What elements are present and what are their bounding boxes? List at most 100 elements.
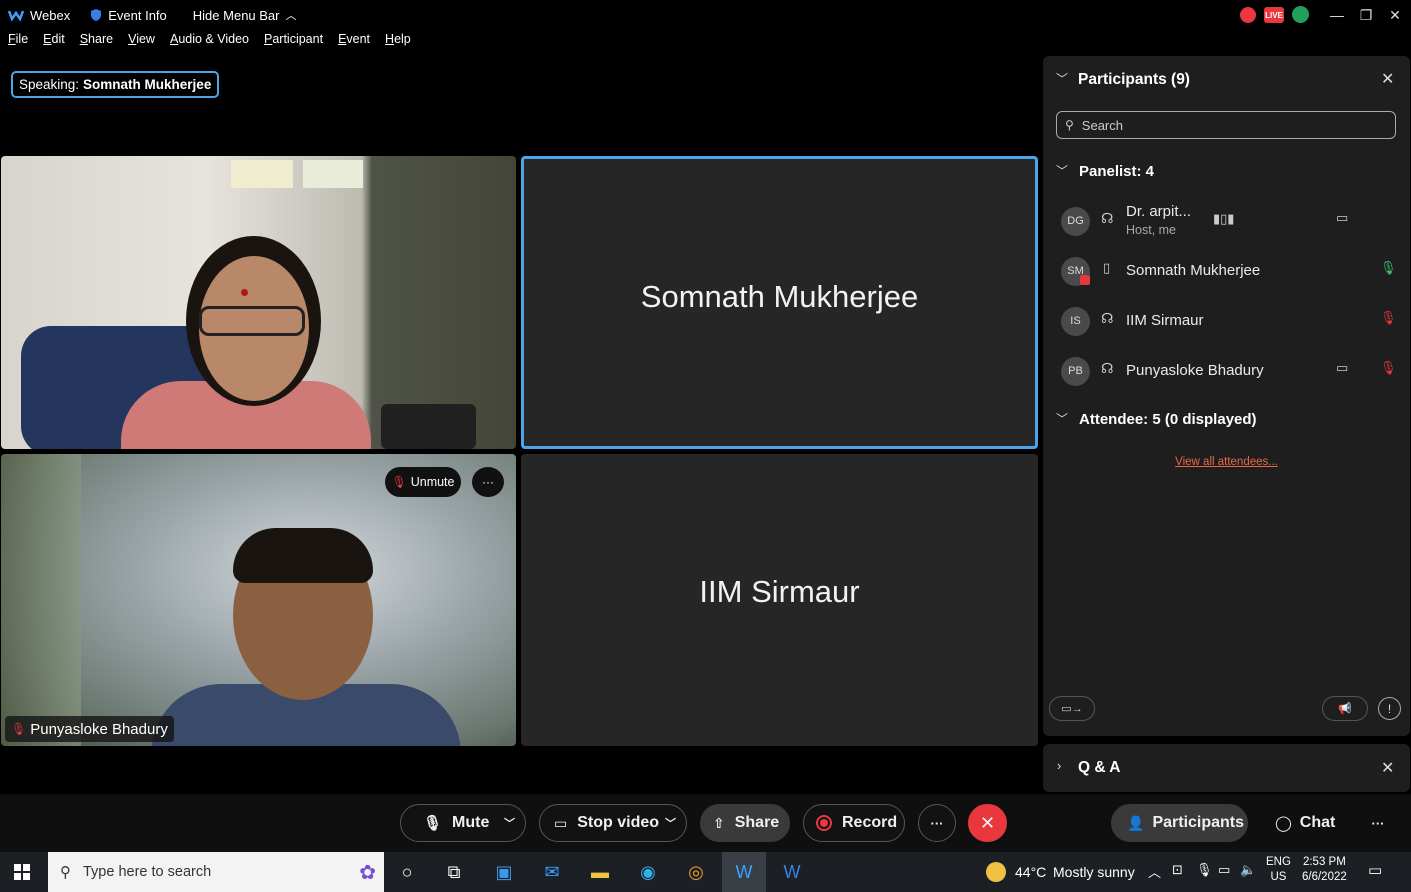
- chrome-browser-icon[interactable]: ◎: [674, 852, 718, 892]
- recording-badge-icon: [1080, 275, 1090, 285]
- tile-more-options-button[interactable]: ···: [472, 467, 504, 497]
- close-panel-icon[interactable]: ✕: [1381, 69, 1394, 89]
- chevron-down-icon[interactable]: ﹀: [1056, 70, 1068, 87]
- chevron-down-icon[interactable]: ﹀: [665, 815, 676, 831]
- view-all-attendees-link[interactable]: View all attendees...: [1043, 456, 1410, 468]
- close-qa-icon[interactable]: ✕: [1381, 758, 1394, 778]
- speaking-name: Somnath Mukherjee: [83, 77, 212, 92]
- microphone-icon[interactable]: 🎙: [1196, 862, 1213, 878]
- chevron-up-icon: ︿: [285, 10, 297, 22]
- wall-poster-image: [303, 160, 363, 188]
- tile-name-punyasloke: Punyasloke Bhadury: [30, 720, 168, 738]
- notifications-icon[interactable]: ▭: [1368, 861, 1382, 879]
- maximize-icon[interactable]: ❐: [1351, 0, 1381, 30]
- participant-name: Somnath Mukherjee: [1126, 262, 1261, 279]
- headset-icon: ☊: [1101, 210, 1114, 226]
- windows-taskbar: ⚲ Type here to search ✿ ○ ⧉ ▣ ✉ ▬ ◉ ◎ W …: [0, 852, 1411, 892]
- chevron-down-icon[interactable]: ﹀: [504, 815, 515, 831]
- app-name: Webex: [30, 7, 71, 23]
- announce-button[interactable]: 📢: [1322, 696, 1368, 721]
- hide-menu-label: Hide Menu Bar: [192, 7, 280, 23]
- cortana-icon[interactable]: ○: [385, 852, 429, 892]
- overflow-menu-button[interactable]: ···: [1360, 804, 1396, 842]
- video-tile-iim[interactable]: IIM Sirmaur: [521, 454, 1038, 746]
- participant-search-input[interactable]: ⚲ Search: [1056, 111, 1396, 139]
- menu-view[interactable]: View: [128, 32, 155, 54]
- video-camera-icon: ▭: [554, 814, 568, 831]
- more-options-button[interactable]: ···: [918, 804, 956, 842]
- region-code: US: [1270, 871, 1287, 883]
- weather-temp[interactable]: 44°C: [1015, 864, 1046, 880]
- menu-audio-video[interactable]: Audio & Video: [170, 32, 249, 54]
- share-label: Share: [734, 814, 780, 831]
- participant-name: Punyasloke Bhadury: [1126, 362, 1264, 379]
- menu-help[interactable]: Help: [385, 32, 411, 54]
- wall-poster-image: [231, 160, 293, 188]
- video-tile-punyasloke[interactable]: 🎙 Unmute ··· 🎙 Punyasloke Bhadury: [1, 454, 516, 746]
- participant-row[interactable]: PB ☊ Punyasloke Bhadury ▭ 🎙: [1043, 349, 1410, 393]
- record-button[interactable]: Record: [803, 804, 905, 842]
- mute-button[interactable]: 🎙 Mute ﹀: [400, 804, 526, 842]
- close-icon: ✕: [979, 812, 996, 833]
- mic-muted-icon: 🎙: [11, 722, 27, 736]
- shield-info-icon: [91, 9, 102, 21]
- minimize-icon[interactable]: —: [1322, 0, 1352, 30]
- webex-app-title: Webex: [8, 8, 70, 23]
- taskbar-search-input[interactable]: ⚲ Type here to search ✿: [48, 852, 384, 892]
- menu-event[interactable]: Event: [338, 32, 370, 54]
- clock[interactable]: 2:53 PM 6/6/2022: [1302, 856, 1347, 883]
- stop-video-button[interactable]: ▭ Stop video ﹀: [539, 804, 687, 842]
- chat-button[interactable]: ◯ Chat: [1262, 804, 1346, 842]
- edge-browser-icon[interactable]: ◉: [626, 852, 670, 892]
- avatar: PB: [1061, 356, 1090, 386]
- stats-icon[interactable]: [1292, 6, 1309, 23]
- windows-start-icon[interactable]: [0, 852, 44, 892]
- avatar: IS: [1061, 306, 1090, 336]
- live-badge: LIVE: [1264, 7, 1284, 23]
- volume-icon[interactable]: 🔈: [1240, 862, 1256, 878]
- chevron-right-icon[interactable]: ›: [1057, 758, 1061, 773]
- webex-logo-icon: [8, 10, 24, 21]
- participant-row[interactable]: DG ☊ Dr. arpit... Host, me ▮▯▮ ▭: [1043, 199, 1410, 243]
- hide-menu-bar-button[interactable]: Hide Menu Bar ︿: [193, 7, 297, 23]
- participant-row[interactable]: IS ☊ IIM Sirmaur 🎙: [1043, 299, 1410, 343]
- participant-row[interactable]: SM ▯ Somnath Mukherjee 🎙: [1043, 249, 1410, 293]
- video-tile-panelist[interactable]: [1, 156, 516, 449]
- weather-sunny-icon[interactable]: [986, 862, 1006, 882]
- avatar: DG: [1061, 206, 1090, 236]
- close-window-icon[interactable]: ✕: [1380, 0, 1410, 30]
- event-info-button[interactable]: Event Info: [90, 8, 167, 23]
- participants-icon: 👤: [1127, 814, 1145, 831]
- mail-icon[interactable]: ✉: [530, 852, 574, 892]
- menu-edit[interactable]: Edit: [43, 32, 65, 54]
- microsoft-store-icon[interactable]: ▣: [482, 852, 526, 892]
- headset-icon: ☊: [1101, 310, 1114, 326]
- share-button[interactable]: ⇧ Share: [700, 804, 790, 842]
- mic-active-icon: 🎙: [1380, 260, 1397, 275]
- task-view-icon[interactable]: ⧉: [432, 852, 476, 892]
- webex-taskbar-icon[interactable]: W: [722, 852, 766, 892]
- file-explorer-icon[interactable]: ▬: [578, 852, 622, 892]
- move-to-stage-button[interactable]: ▭→: [1049, 696, 1095, 721]
- network-icon[interactable]: ▭: [1218, 862, 1230, 878]
- weather-text[interactable]: Mostly sunny: [1053, 864, 1135, 880]
- menu-participant[interactable]: Participant: [264, 32, 323, 54]
- chevron-down-icon[interactable]: ﹀: [1056, 162, 1068, 179]
- title-bar: Webex Event Info Hide Menu Bar ︿ LIVE — …: [0, 0, 1411, 30]
- chevron-up-icon[interactable]: ︿: [1148, 862, 1161, 881]
- menu-share[interactable]: Share: [80, 32, 113, 54]
- leave-meeting-button[interactable]: ✕: [968, 804, 1007, 842]
- video-tile-somnath[interactable]: Somnath Mukherjee: [521, 156, 1038, 449]
- meet-now-icon[interactable]: ⊡: [1172, 862, 1183, 878]
- word-icon[interactable]: W: [770, 852, 814, 892]
- qa-title: Q & A: [1078, 759, 1121, 776]
- record-label: Record: [842, 814, 898, 831]
- participant-name: Dr. arpit...: [1126, 203, 1192, 220]
- participants-toggle-button[interactable]: 👤 Participants: [1111, 804, 1248, 842]
- info-icon[interactable]: !: [1378, 697, 1401, 720]
- menu-file[interactable]: File: [8, 32, 28, 54]
- taskbar-search-placeholder: Type here to search: [83, 864, 212, 880]
- unmute-button[interactable]: 🎙 Unmute: [385, 467, 461, 497]
- language-indicator[interactable]: ENG US: [1266, 856, 1291, 883]
- chevron-down-icon[interactable]: ﹀: [1056, 410, 1068, 427]
